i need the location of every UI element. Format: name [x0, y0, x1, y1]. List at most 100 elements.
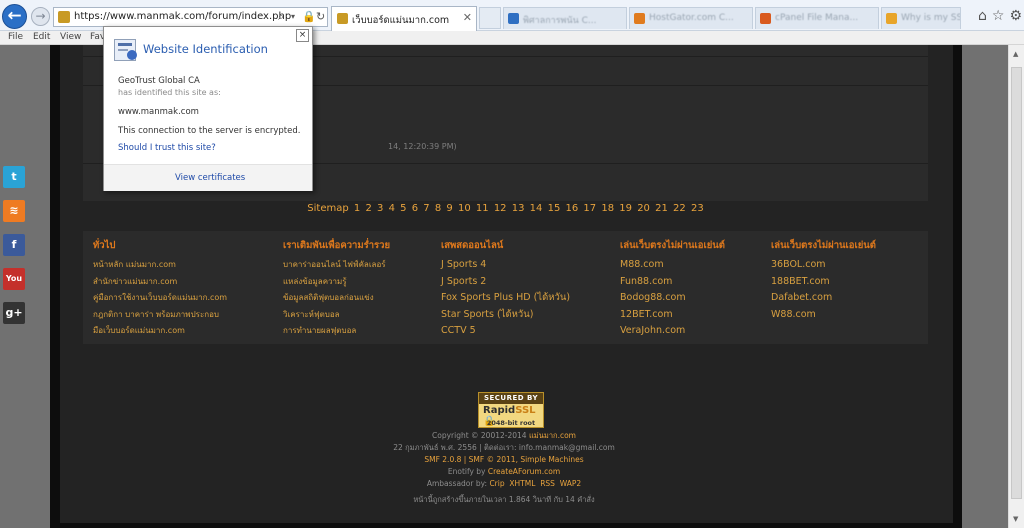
youtube-icon[interactable]: You — [3, 268, 25, 290]
footer-link[interactable]: Fun88.com — [620, 274, 725, 291]
dropdown-icon[interactable]: ▾ — [291, 12, 295, 21]
copyright-line: Copyright © 20012-2014 แม่นมาก.com — [432, 431, 576, 440]
twitter-icon[interactable]: t — [3, 166, 25, 188]
ambassador-line: Ambassador by: Crip XHTML RSS WAP2 — [426, 479, 582, 488]
page-link[interactable]: 16 — [566, 203, 579, 214]
footer-link[interactable]: Dafabet.com — [771, 290, 876, 307]
page-link[interactable]: 11 — [476, 203, 489, 214]
popup-footer: View certificates — [104, 164, 312, 191]
page-link[interactable]: 7 — [423, 203, 429, 214]
forward-button[interactable]: → — [31, 7, 50, 26]
page-link[interactable]: 1 — [354, 203, 360, 214]
social-sidebar: t ≋ f You g+ — [3, 166, 25, 336]
footer-link[interactable]: Star Sports (ได้หวัน) — [441, 307, 570, 324]
page-link[interactable]: 6 — [412, 203, 418, 214]
scroll-up-icon[interactable]: ▲ — [1013, 50, 1018, 58]
close-tab-icon[interactable]: ✕ — [463, 11, 472, 24]
footer-link[interactable]: สำนักข่าวแม่นมาก.com — [93, 274, 227, 291]
footer-link[interactable]: W88.com — [771, 307, 876, 324]
page-link[interactable]: 5 — [400, 203, 406, 214]
vertical-scrollbar[interactable]: ▲ ▼ — [1008, 45, 1024, 528]
crip-link[interactable]: Crip — [489, 479, 504, 488]
site-link[interactable]: แม่นมาก.com — [529, 431, 576, 440]
footer-link[interactable]: ข้อมูลสถิติฟุตบอลก่อนแข่ง — [283, 290, 390, 307]
footer-link[interactable]: VeraJohn.com — [620, 323, 725, 340]
footer-link[interactable]: J Sports 2 — [441, 274, 570, 291]
page-link[interactable]: 17 — [583, 203, 596, 214]
rapidssl-badge[interactable]: SECURED BY RapidSSL 🔒 2048-bit root — [478, 392, 544, 428]
lock-icon[interactable]: 🔒 — [302, 10, 316, 23]
address-bar[interactable]: https://www.manmak.com/forum/index.php ⌕… — [53, 7, 328, 27]
trust-link[interactable]: Should I trust this site? — [118, 143, 216, 153]
favorites-star-icon[interactable]: ☆ — [992, 8, 1005, 24]
tab-background[interactable]: HostGator.com C... — [629, 7, 753, 29]
tab-background[interactable]: cPanel File Mana... — [755, 7, 879, 29]
footer-link[interactable]: 12BET.com — [620, 307, 725, 324]
new-tab-button[interactable] — [479, 7, 501, 29]
column-heading: เสพสดออนไลน์ — [441, 240, 504, 251]
page-link[interactable]: 15 — [548, 203, 561, 214]
footer-link[interactable]: CCTV 5 — [441, 323, 570, 340]
back-button[interactable]: ← — [2, 4, 27, 29]
footer-link[interactable]: 188BET.com — [771, 274, 876, 291]
sitemap-pagination: Sitemap 1 2 3 4 5 6 7 8 9 10 11 12 13 14… — [83, 203, 928, 214]
page-link[interactable]: 10 — [458, 203, 471, 214]
page-link[interactable]: 4 — [389, 203, 395, 214]
createaforum-link[interactable]: CreateAForum.com — [488, 467, 560, 476]
page-link[interactable]: 12 — [494, 203, 507, 214]
page-link[interactable]: 22 — [673, 203, 686, 214]
scroll-thumb[interactable] — [1011, 67, 1022, 499]
page-link[interactable]: 14 — [530, 203, 543, 214]
view-certificates-link[interactable]: View certificates — [175, 173, 245, 183]
page-link[interactable]: 23 — [691, 203, 704, 214]
rss-link[interactable]: RSS — [540, 479, 555, 488]
page-link[interactable]: 21 — [655, 203, 668, 214]
close-icon[interactable]: × — [296, 29, 309, 42]
page-link[interactable]: 13 — [512, 203, 525, 214]
tab-active[interactable]: เว็บบอร์ดแม่นมาก.com ✕ — [331, 6, 477, 31]
footer-link[interactable]: Bodog88.com — [620, 290, 725, 307]
smf-line[interactable]: SMF 2.0.8 | SMF © 2011, Simple Machines — [0, 454, 1008, 466]
page-link[interactable]: 18 — [601, 203, 614, 214]
refresh-icon[interactable]: ↻ — [316, 10, 325, 23]
sitemap-label[interactable]: Sitemap — [307, 203, 348, 214]
footer-link[interactable]: กฎกติกา บาคาร่า พร้อมภาพประกอบ — [93, 307, 227, 324]
page-link[interactable]: 3 — [377, 203, 383, 214]
page-link[interactable]: 20 — [637, 203, 650, 214]
search-icon[interactable]: ⌕ — [278, 10, 284, 24]
footer-link[interactable]: บาคาร่าออนไลน์ ไฟฟ์คัลเลอร์ — [283, 257, 390, 274]
issuer-sub: has identified this site as: — [118, 88, 221, 97]
xhtml-link[interactable]: XHTML — [509, 479, 535, 488]
page-link[interactable]: 19 — [619, 203, 632, 214]
page-link[interactable]: 8 — [435, 203, 441, 214]
scroll-down-icon[interactable]: ▼ — [1013, 515, 1018, 523]
url-text[interactable]: https://www.manmak.com/forum/index.php — [74, 11, 291, 22]
footer-link[interactable]: Fox Sports Plus HD (ได้หวัน) — [441, 290, 570, 307]
home-icon[interactable]: ⌂ — [978, 8, 987, 24]
tab-background[interactable]: Why is my SSL no... — [881, 7, 961, 29]
footer-link[interactable]: การทำนายผลฟุตบอล — [283, 323, 390, 340]
footer-link[interactable]: 36BOL.com — [771, 257, 876, 274]
footer-link[interactable]: J Sports 4 — [441, 257, 570, 274]
settings-gear-icon[interactable]: ⚙ — [1009, 8, 1022, 24]
footer-link[interactable]: คู่มือการใช้งานเว็บบอร์ดแม่นมาก.com — [93, 290, 227, 307]
menu-edit[interactable]: Edit — [33, 32, 50, 42]
wap2-link[interactable]: WAP2 — [560, 479, 581, 488]
footer-link[interactable]: วิเคราะห์ฟุตบอล — [283, 307, 390, 324]
page-link[interactable]: 9 — [446, 203, 452, 214]
browser-icons: ⌂ ☆ ⚙ — [978, 8, 1022, 24]
footer-link[interactable]: มือเว็บบอร์ดแม่นมาก.com — [93, 323, 227, 340]
footer-link[interactable]: หน้าหลัก แม่นมาก.com — [93, 257, 227, 274]
footer-link[interactable]: แหล่งข้อมูลความรู้ — [283, 274, 390, 291]
page-link[interactable]: 2 — [365, 203, 371, 214]
googleplus-icon[interactable]: g+ — [3, 302, 25, 324]
tab-background[interactable]: พิศาลการพนัน C... — [503, 7, 627, 29]
footer-link[interactable]: M88.com — [620, 257, 725, 274]
encryption-note: This connection to the server is encrypt… — [118, 126, 301, 136]
popup-title: Website Identification — [143, 42, 268, 56]
menu-view[interactable]: View — [60, 32, 81, 42]
footer-column-direct-1: เล่นเว็บตรงไม่ผ่านเอเย่นต์ M88.com Fun88… — [620, 238, 725, 340]
facebook-icon[interactable]: f — [3, 234, 25, 256]
rss-icon[interactable]: ≋ — [3, 200, 25, 222]
menu-file[interactable]: File — [8, 32, 23, 42]
